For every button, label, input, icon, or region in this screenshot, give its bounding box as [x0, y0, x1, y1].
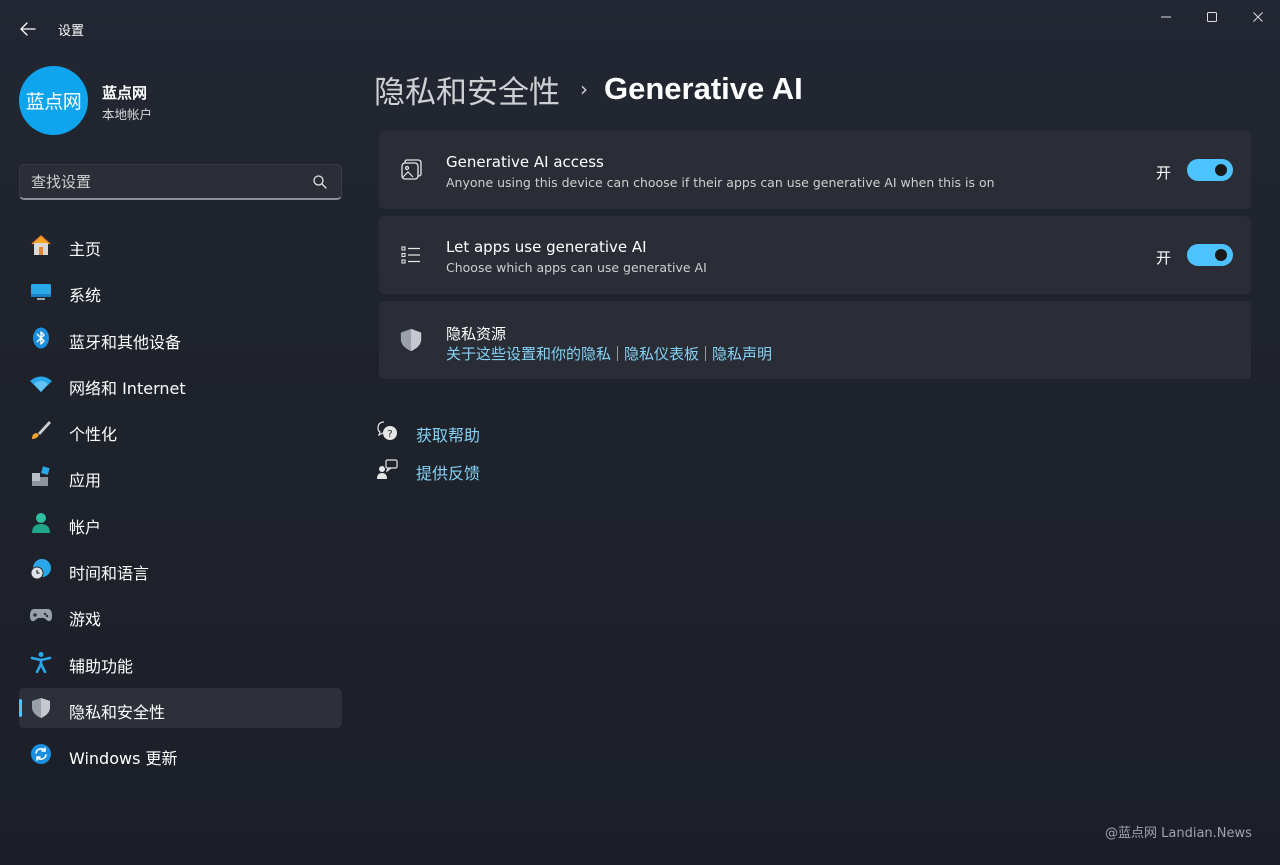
- close-icon: [1253, 12, 1263, 22]
- setting-card-apps-use-ai: Let apps use generative AI Choose which …: [379, 216, 1251, 294]
- account-icon: [29, 512, 53, 534]
- sidebar-item-accessibility[interactable]: 辅助功能: [19, 642, 342, 682]
- link-divider: [617, 346, 619, 361]
- title-bar: 设置: [0, 0, 1280, 58]
- watermark: @蓝点网 Landian.News: [1105, 826, 1252, 841]
- link-privacy-statement[interactable]: 隐私声明: [712, 343, 772, 364]
- shield-icon: [399, 328, 423, 352]
- get-help-link[interactable]: ? 获取帮助: [376, 418, 576, 445]
- update-icon: [29, 743, 53, 765]
- sidebar-item-label: 应用: [69, 471, 102, 491]
- sidebar-item-system[interactable]: 系统: [19, 271, 342, 311]
- setting-title: Let apps use generative AI: [446, 238, 647, 256]
- sidebar-item-privacy-security[interactable]: 隐私和安全性: [19, 687, 342, 728]
- privacy-resources-card: 隐私资源 关于这些设置和你的隐私 隐私仪表板 隐私声明: [379, 301, 1251, 379]
- sidebar-item-label: 主页: [69, 240, 102, 259]
- sidebar-item-label: 网络和 Internet: [69, 378, 186, 398]
- sidebar-item-personalization[interactable]: 个性化: [19, 410, 342, 450]
- system-monitor-icon: [29, 280, 53, 302]
- apps-icon: [29, 465, 53, 487]
- page-title: Generative AI: [604, 71, 803, 106]
- svg-text:?: ?: [387, 429, 392, 440]
- feedback-icon: [377, 459, 398, 479]
- feedback-link[interactable]: 提供反馈: [376, 456, 576, 483]
- maximize-icon: [1207, 12, 1217, 22]
- breadcrumb-separator: ›: [580, 77, 588, 101]
- setting-description: Choose which apps can use generative AI: [446, 260, 707, 275]
- sidebar-item-label: Windows 更新: [69, 749, 178, 769]
- back-arrow-icon: [20, 22, 36, 36]
- list-icon: [399, 243, 423, 267]
- apps-use-ai-toggle[interactable]: [1187, 244, 1233, 266]
- sidebar-item-time-language[interactable]: 时间和语言: [19, 549, 342, 589]
- minimize-icon: [1161, 16, 1171, 18]
- setting-description: Anyone using this device can choose if t…: [446, 175, 995, 190]
- breadcrumb: 隐私和安全性 › Generative AI: [374, 66, 803, 112]
- user-profile[interactable]: 蓝点网 蓝点网 本地帐户: [19, 66, 339, 136]
- sidebar-item-label: 游戏: [69, 610, 102, 630]
- privacy-resources-title: 隐私资源: [446, 325, 507, 343]
- sidebar-item-network[interactable]: 网络和 Internet: [19, 364, 342, 404]
- get-help-label: 获取帮助: [416, 426, 481, 445]
- close-button[interactable]: [1235, 6, 1280, 28]
- profile-name: 蓝点网: [102, 84, 148, 102]
- sidebar-nav: 主页 系统 蓝牙和其他设备 网络和 Internet 个性化 应用 帐户 时间和…: [19, 225, 342, 781]
- sidebar-item-label: 蓝牙和其他设备: [69, 332, 182, 352]
- breadcrumb-parent[interactable]: 隐私和安全性: [374, 67, 560, 112]
- link-divider: [705, 346, 707, 361]
- sidebar-item-accounts[interactable]: 帐户: [19, 503, 342, 543]
- privacy-links: 关于这些设置和你的隐私 隐私仪表板 隐私声明: [446, 343, 772, 364]
- image-ai-icon: [399, 158, 423, 182]
- active-indicator: [19, 698, 22, 717]
- wifi-icon: [29, 373, 53, 395]
- sidebar-item-bluetooth[interactable]: 蓝牙和其他设备: [19, 318, 342, 358]
- search-input[interactable]: [31, 171, 301, 193]
- sidebar-item-label: 个性化: [69, 425, 118, 445]
- account-type: 本地帐户: [102, 107, 153, 122]
- search-icon[interactable]: [312, 174, 328, 190]
- brush-icon: [29, 419, 53, 441]
- bluetooth-icon: [29, 327, 53, 349]
- help-chat-icon: ?: [377, 421, 397, 440]
- toggle-state-label: 开: [1156, 249, 1172, 267]
- sidebar-item-label: 时间和语言: [69, 564, 150, 584]
- minimize-button[interactable]: [1143, 6, 1189, 28]
- gamepad-icon: [29, 604, 53, 626]
- shield-icon: [29, 697, 53, 719]
- search-box: [19, 164, 342, 200]
- toggle-knob: [1215, 249, 1227, 261]
- accessibility-icon: [29, 651, 53, 673]
- sidebar-item-apps[interactable]: 应用: [19, 456, 342, 496]
- ai-access-toggle[interactable]: [1187, 159, 1233, 181]
- sidebar-item-label: 辅助功能: [69, 656, 134, 676]
- maximize-button[interactable]: [1189, 6, 1235, 28]
- sidebar-item-label: 帐户: [69, 517, 102, 537]
- toggle-knob: [1215, 164, 1227, 176]
- link-privacy-dashboard[interactable]: 隐私仪表板: [624, 343, 699, 364]
- setting-card-ai-access: Generative AI access Anyone using this d…: [379, 131, 1251, 209]
- settings-window: 设置 蓝点网 蓝点网 本地帐户 查找设置 主页 系统 蓝牙和其他设备 网络和 I…: [0, 0, 1280, 865]
- sidebar-item-label: 系统: [69, 286, 102, 306]
- setting-title: Generative AI access: [446, 153, 604, 171]
- sidebar-item-home[interactable]: 主页: [19, 225, 342, 265]
- home-icon: [29, 234, 53, 256]
- globe-clock-icon: [29, 558, 53, 580]
- avatar: 蓝点网: [19, 66, 88, 135]
- back-button[interactable]: [16, 18, 40, 40]
- sidebar-item-windows-update[interactable]: Windows 更新: [19, 734, 342, 774]
- feedback-label: 提供反馈: [416, 464, 481, 483]
- app-title: 设置: [58, 24, 85, 39]
- sidebar-item-label: 隐私和安全性: [69, 702, 166, 722]
- toggle-state-label: 开: [1156, 164, 1172, 182]
- sidebar-item-gaming[interactable]: 游戏: [19, 595, 342, 635]
- link-about-privacy[interactable]: 关于这些设置和你的隐私: [446, 343, 611, 364]
